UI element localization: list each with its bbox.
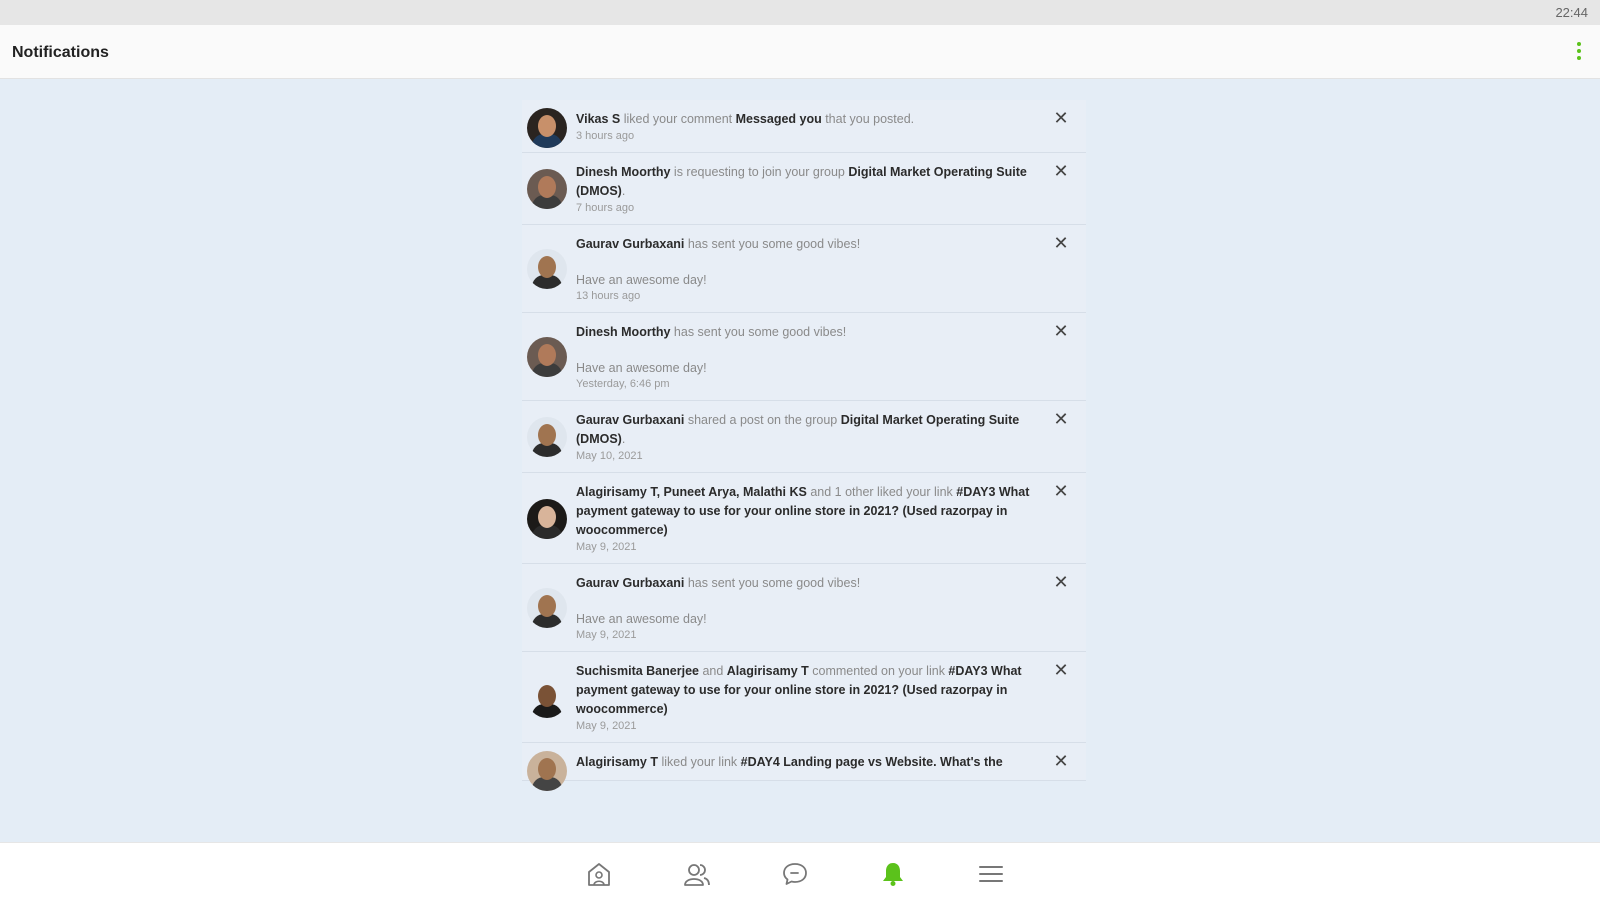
notification-link[interactable]: Dinesh Moorthy [576, 165, 670, 179]
status-bar: 22:44 [0, 0, 1600, 25]
avatar[interactable] [527, 751, 567, 791]
notification-time: May 10, 2021 [576, 450, 643, 462]
notification-message: Have an awesome day! [576, 273, 707, 287]
close-icon[interactable]: ✕ [1052, 410, 1070, 428]
notification-time: May 9, 2021 [576, 629, 637, 641]
notification-body: is requesting to join your group [670, 165, 849, 179]
avatar[interactable] [527, 677, 567, 718]
bottom-nav [0, 842, 1600, 900]
avatar[interactable] [527, 249, 567, 289]
notification-text: Vikas S liked your comment Messaged you … [576, 110, 1038, 129]
notification-text: Gaurav Gurbaxani has sent you some good … [576, 235, 1038, 254]
notification-text: Dinesh Moorthy has sent you some good vi… [576, 323, 1038, 342]
close-icon[interactable]: ✕ [1052, 162, 1070, 180]
more-vert-icon[interactable] [1574, 39, 1584, 65]
notification-text: Gaurav Gurbaxani has sent you some good … [576, 574, 1038, 593]
notification-time: 13 hours ago [576, 290, 641, 302]
notification-body: has sent you some good vibes! [670, 325, 847, 339]
notification-link[interactable]: Alagirisamy T [576, 755, 658, 769]
notification-body: liked your comment [620, 112, 736, 126]
notification-body: commented on your link [808, 664, 949, 678]
notification-link[interactable]: Vikas S [576, 112, 620, 126]
notification-body: . [621, 184, 626, 198]
notification-body: liked your link [657, 755, 741, 769]
menu-icon[interactable] [977, 861, 1005, 887]
notification-item[interactable]: Alagirisamy T, Puneet Arya, Malathi KS a… [522, 473, 1086, 564]
notification-item[interactable]: Vikas S liked your comment Messaged you … [522, 100, 1086, 153]
notification-link[interactable]: Gaurav Gurbaxani [576, 576, 684, 590]
notification-link[interactable]: Dinesh Moorthy [576, 325, 670, 339]
notification-body: and [698, 664, 727, 678]
notification-item[interactable]: Gaurav Gurbaxani has sent you some good … [522, 225, 1086, 313]
home-icon[interactable] [585, 861, 613, 887]
notification-body: and 1 other liked your link [806, 485, 957, 499]
page-title: Notifications [12, 44, 109, 61]
notification-text: Dinesh Moorthy is requesting to join you… [576, 163, 1038, 201]
messages-icon[interactable] [781, 861, 809, 887]
bell-icon[interactable] [879, 861, 907, 887]
close-icon[interactable]: ✕ [1052, 482, 1070, 500]
notification-message: Have an awesome day! [576, 361, 707, 375]
notification-item[interactable]: Dinesh Moorthy is requesting to join you… [522, 153, 1086, 225]
notification-text: Gaurav Gurbaxani shared a post on the gr… [576, 411, 1038, 449]
notification-text: Alagirisamy T, Puneet Arya, Malathi KS a… [576, 483, 1038, 540]
notification-body: has sent you some good vibes! [684, 576, 861, 590]
notification-item[interactable]: Suchismita Banerjee and Alagirisamy T co… [522, 652, 1086, 743]
avatar[interactable] [527, 108, 567, 148]
notification-text: Alagirisamy T liked your link #DAY4 Land… [576, 753, 1038, 772]
notification-body: . [621, 432, 626, 446]
notification-link[interactable]: Alagirisamy T, Puneet Arya, Malathi KS [576, 485, 807, 499]
notification-link[interactable]: Alagirisamy T [727, 664, 809, 678]
close-icon[interactable]: ✕ [1052, 661, 1070, 679]
notification-item[interactable]: Dinesh Moorthy has sent you some good vi… [522, 313, 1086, 401]
avatar[interactable] [527, 588, 567, 628]
notification-body: that you posted. [821, 112, 915, 126]
notification-time: 3 hours ago [576, 130, 635, 142]
notification-body: shared a post on the group [684, 413, 841, 427]
status-time: 22:44 [1555, 5, 1588, 20]
notification-message: Have an awesome day! [576, 612, 707, 626]
notification-body: has sent you some good vibes! [684, 237, 861, 251]
close-icon[interactable]: ✕ [1052, 573, 1070, 591]
notification-link[interactable]: Suchismita Banerjee [576, 664, 699, 678]
notification-item[interactable]: Alagirisamy T liked your link #DAY4 Land… [522, 743, 1086, 791]
avatar[interactable] [527, 169, 567, 209]
members-icon[interactable] [683, 861, 711, 887]
notification-item[interactable]: Gaurav Gurbaxani shared a post on the gr… [522, 401, 1086, 473]
close-icon[interactable]: ✕ [1052, 109, 1070, 127]
close-icon[interactable]: ✕ [1052, 322, 1070, 340]
avatar[interactable] [527, 417, 567, 457]
notification-time: May 9, 2021 [576, 720, 637, 732]
notification-time: Yesterday, 6:46 pm [576, 378, 670, 390]
notification-time: May 9, 2021 [576, 541, 637, 553]
notification-link[interactable]: Gaurav Gurbaxani [576, 413, 684, 427]
notification-time: 7 hours ago [576, 202, 635, 214]
avatar[interactable] [527, 498, 567, 539]
notification-link[interactable]: #DAY4 Landing page vs Website. What's th… [741, 755, 1003, 769]
close-icon[interactable]: ✕ [1052, 752, 1070, 770]
notification-item[interactable]: Gaurav Gurbaxani has sent you some good … [522, 564, 1086, 652]
close-icon[interactable]: ✕ [1052, 234, 1070, 252]
notification-text: Suchismita Banerjee and Alagirisamy T co… [576, 662, 1038, 719]
notification-link[interactable]: Gaurav Gurbaxani [576, 237, 684, 251]
notification-list: Vikas S liked your comment Messaged you … [522, 100, 1086, 842]
app-header: Notifications [0, 25, 1600, 79]
avatar[interactable] [527, 337, 567, 377]
notification-link[interactable]: Messaged you [736, 112, 822, 126]
